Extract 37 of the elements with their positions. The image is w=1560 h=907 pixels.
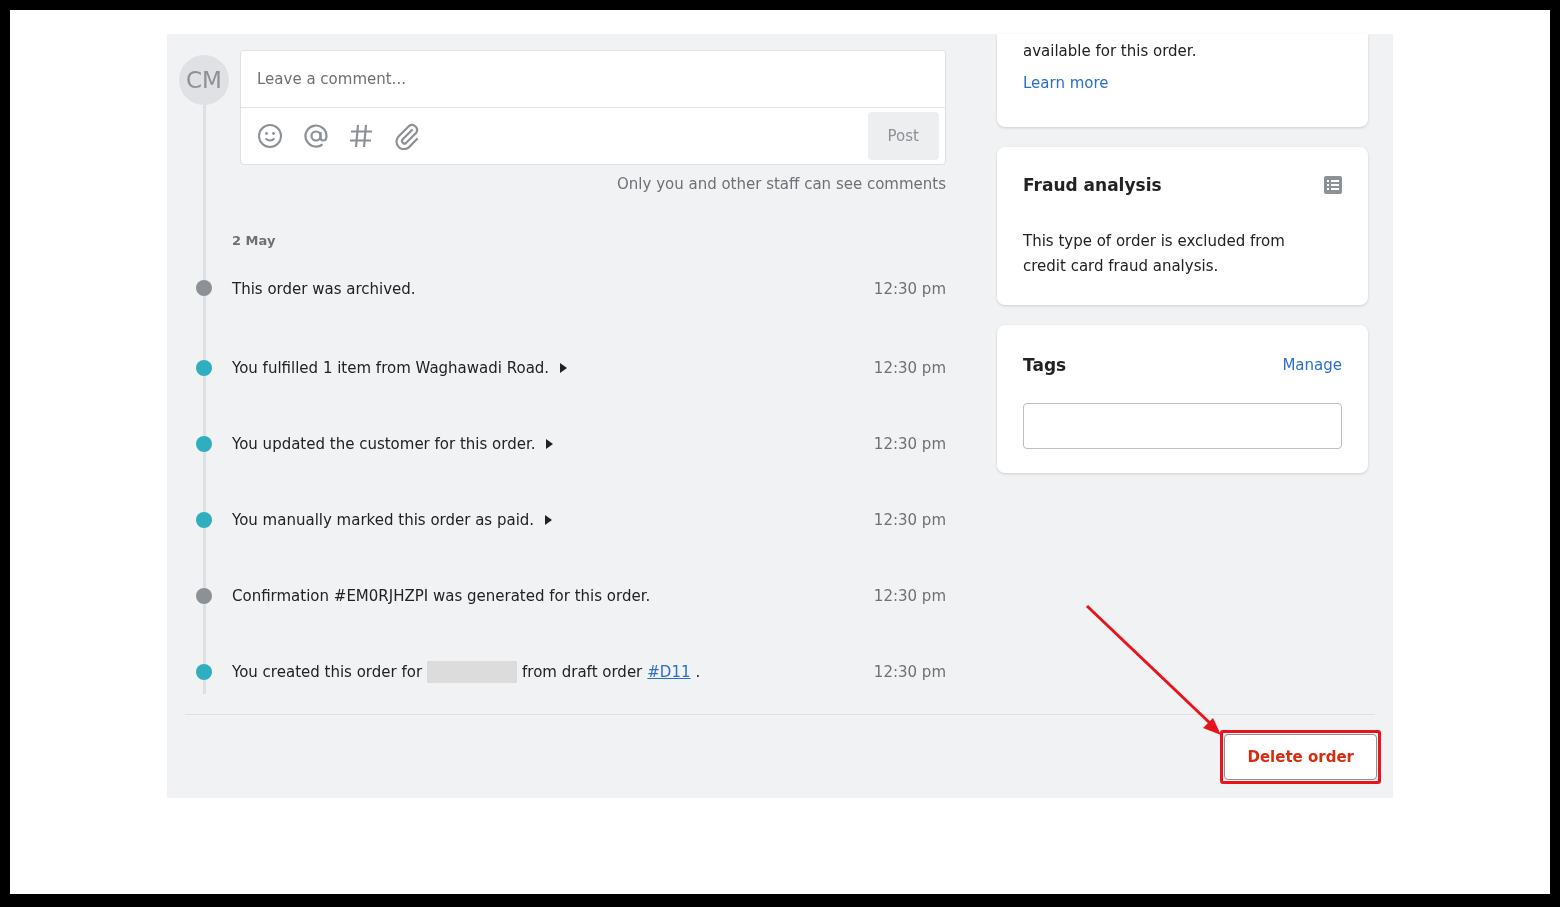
- caret-icon[interactable]: [546, 439, 554, 449]
- card-title: Tags: [1023, 355, 1067, 375]
- comment-visibility-note: Only you and other staff can see comments: [616, 175, 946, 193]
- caret-icon[interactable]: [545, 515, 553, 525]
- event-time: 12:30 pm: [873, 663, 946, 681]
- event-time: 12:30 pm: [873, 587, 946, 605]
- event-time: 12:30 pm: [873, 511, 946, 529]
- hashtag-icon[interactable]: [349, 123, 373, 149]
- event-text: Confirmation #EM0RJHZPI was generated for this order.: [232, 587, 651, 605]
- event-text: This order was archived.: [232, 280, 416, 298]
- event-text: You manually marked this order as paid.: [232, 511, 535, 529]
- event-text: You fulfilled 1 item from Waghawadi Road.: [232, 359, 550, 377]
- card-title: Fraud analysis: [1023, 175, 1162, 195]
- event-time: 12:30 pm: [873, 435, 946, 453]
- conversion-text: available for this order.: [1023, 42, 1198, 60]
- tags-field[interactable]: [1023, 403, 1342, 449]
- event-time: 12:30 pm: [873, 280, 946, 298]
- comment-box[interactable]: Leave a comment... Post: [240, 50, 946, 165]
- date-heading: 2 May: [232, 233, 277, 248]
- event-time: 12:30 pm: [873, 359, 946, 377]
- event-text: .: [695, 663, 701, 681]
- list-icon: [1324, 176, 1342, 194]
- mention-icon[interactable]: [303, 123, 329, 149]
- paperclip-icon[interactable]: [393, 122, 421, 150]
- event-text: You created this order for: [232, 663, 423, 681]
- event-text: from draft order: [522, 663, 643, 681]
- caret-icon[interactable]: [560, 363, 568, 373]
- manage-link[interactable]: Manage: [1282, 356, 1342, 374]
- fraud-text: This type of order is excluded from credit card fraud analysis.: [1023, 231, 1286, 277]
- comment-field[interactable]: Leave a comment...: [241, 51, 945, 108]
- avatar: CM: [179, 55, 229, 105]
- emoji-icon[interactable]: [257, 123, 283, 149]
- learn-more-link[interactable]: Learn more: [1023, 74, 1109, 92]
- draft-order-link[interactable]: #D11: [647, 663, 691, 681]
- delete-order-button[interactable]: Delete order: [1224, 733, 1377, 780]
- post-button[interactable]: Post: [867, 112, 939, 160]
- event-text: You updated the customer for this order.: [232, 435, 536, 453]
